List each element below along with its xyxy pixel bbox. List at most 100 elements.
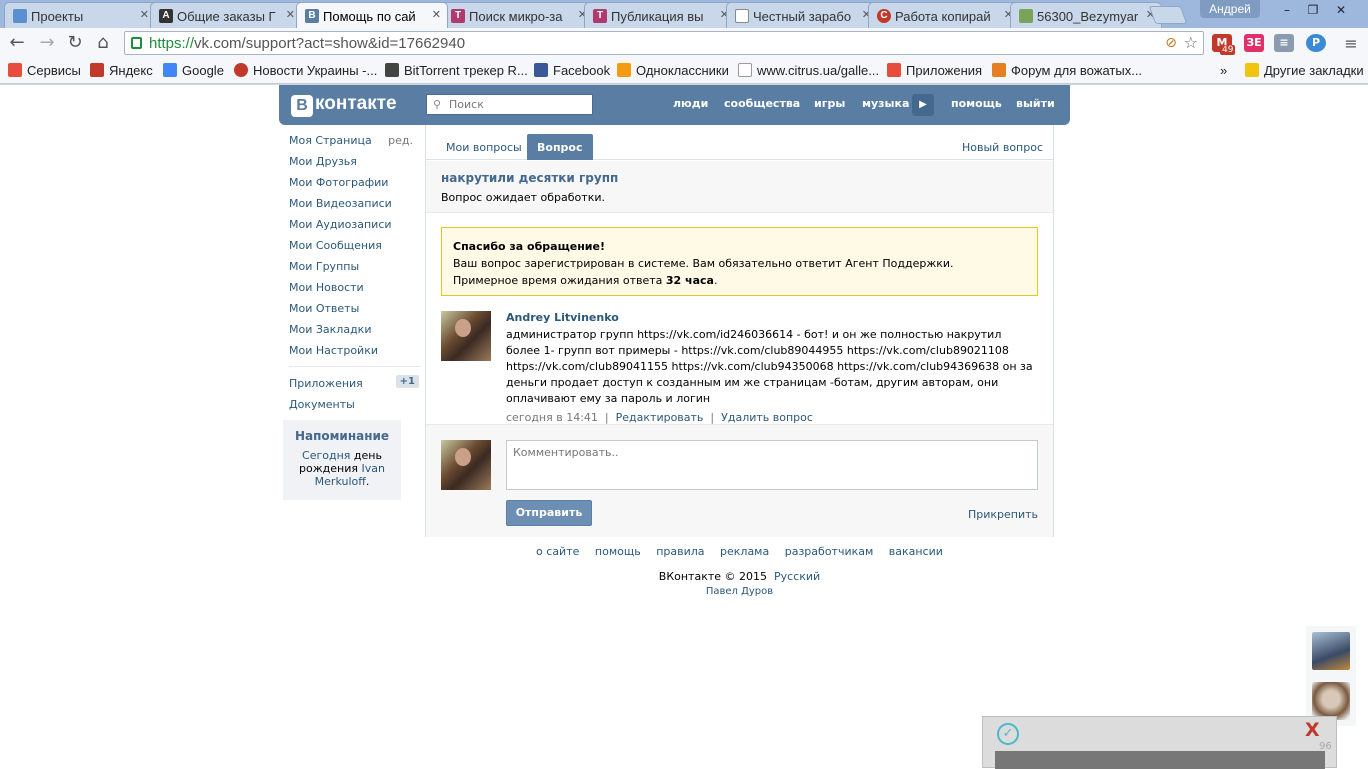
nav-communities[interactable]: сообщества	[724, 97, 800, 110]
bookmark-item[interactable]: BitTorrent трекер R...	[385, 63, 528, 78]
today-link[interactable]: Сегодня	[302, 449, 350, 462]
close-icon[interactable]: ✕	[286, 8, 295, 21]
new-tab-button[interactable]	[1148, 6, 1188, 24]
footer-link-help[interactable]: помощь	[595, 545, 641, 558]
sidebar-item-photos[interactable]: Мои Фотографии	[283, 172, 421, 193]
tt-icon: T	[593, 9, 607, 23]
page-icon	[735, 9, 749, 23]
browser-tab[interactable]: 56300_Bezymyar ✕	[1010, 2, 1162, 28]
bookmark-item[interactable]: Яндекс	[90, 63, 153, 78]
my-avatar[interactable]	[441, 440, 491, 490]
bookmark-item[interactable]: Форум для вожатых...	[992, 63, 1142, 78]
browser-tab[interactable]: Честный зарабо ✕	[726, 2, 878, 28]
author-link[interactable]: Павел Дуров	[706, 586, 773, 597]
browser-chrome: Проекты ✕ A Общие заказы Г ✕ B Помощь по сай…	[0, 0, 1368, 85]
send-button[interactable]: Отправить	[506, 500, 592, 526]
bookmark-item[interactable]: www.citrus.ua/galle...	[738, 63, 879, 78]
nav-people[interactable]: люди	[673, 97, 708, 110]
sidebar-item-documents[interactable]: Документы	[283, 394, 421, 415]
close-icon[interactable]: ✕	[140, 8, 149, 21]
nav-music[interactable]: музыка	[862, 97, 909, 110]
folder-icon	[1245, 63, 1259, 77]
nav-logout[interactable]: выйти	[1016, 97, 1055, 110]
sidebar-item-audio[interactable]: Мои Аудиозаписи	[283, 214, 421, 235]
post-meta: сегодня в 14:41 | Редактировать | Удалит…	[506, 411, 813, 424]
close-icon[interactable]: ✕	[432, 8, 441, 21]
bookmark-item[interactable]: Одноклассники	[617, 63, 729, 78]
sidebar-item-friends[interactable]: Мои Друзья	[283, 151, 421, 172]
address-bar[interactable]: https://vk.com/support?act=show&id=17662…	[124, 31, 1204, 55]
question-status: Вопрос ожидает обработки.	[441, 191, 605, 204]
sidebar-item-my-page[interactable]: Моя Страница ред.	[283, 130, 421, 151]
bookmark-item[interactable]: Google	[163, 63, 224, 78]
star-icon[interactable]: ☆	[1184, 33, 1198, 52]
popup-bar	[995, 751, 1325, 769]
sidebar-item-answers[interactable]: Мои Ответы	[283, 298, 421, 319]
attach-link[interactable]: Прикрепить	[968, 508, 1038, 521]
torrent-icon	[385, 63, 399, 77]
close-icon[interactable]: X	[1305, 719, 1320, 741]
notice-title: Спасибо за обращение!	[453, 240, 605, 253]
browser-tab-active[interactable]: B Помощь по сай ✕	[296, 2, 448, 28]
bookmark-item[interactable]: Приложения	[887, 63, 982, 78]
vk-logo[interactable]: Вконтакте	[291, 93, 397, 117]
blocked-icon[interactable]: ⊘	[1165, 35, 1177, 51]
maximize-icon[interactable]: ❐	[1302, 2, 1324, 18]
extension-icon[interactable]: ЗЕ	[1244, 34, 1264, 52]
extension-icon[interactable]: ≡	[1274, 34, 1294, 52]
footer-link-developers[interactable]: разработчикам	[785, 545, 874, 558]
comment-input[interactable]: Комментировать..	[506, 440, 1038, 490]
profile-badge[interactable]: Андрей	[1200, 0, 1260, 18]
other-bookmarks[interactable]: Другие закладки	[1245, 63, 1364, 78]
bookmarks-more-button[interactable]: »	[1220, 63, 1227, 78]
reload-icon[interactable]: ↻	[64, 33, 86, 53]
sidebar-item-news[interactable]: Мои Новости	[283, 277, 421, 298]
minimize-icon[interactable]: –	[1276, 2, 1298, 18]
footer-link-jobs[interactable]: вакансии	[889, 545, 943, 558]
apps-count-badge: +1	[395, 375, 419, 388]
nav-games[interactable]: игры	[814, 97, 845, 110]
sidebar-item-bookmarks[interactable]: Мои Закладки	[283, 319, 421, 340]
menu-icon[interactable]: ≡	[1340, 34, 1362, 54]
bookmark-item[interactable]: Новости Украины -...	[234, 63, 377, 78]
browser-tab[interactable]: T Поиск микро-за ✕	[442, 2, 594, 28]
sidebar-item-settings[interactable]: Мои Настройки	[283, 340, 421, 361]
author-avatar[interactable]	[441, 311, 491, 361]
language-link[interactable]: Русский	[774, 570, 820, 583]
sidebar-item-messages[interactable]: Мои Сообщения	[283, 235, 421, 256]
search-input[interactable]: ⚲ Поиск	[426, 94, 593, 115]
copyright: ВКонтакте © 2015	[658, 570, 768, 583]
bookmark-item[interactable]: Facebook	[534, 63, 610, 78]
tab-question[interactable]: Вопрос	[527, 134, 593, 160]
footer-link-about[interactable]: о сайте	[536, 545, 579, 558]
edit-link[interactable]: ред.	[388, 134, 413, 147]
delete-question-link[interactable]: Удалить вопрос	[721, 411, 813, 424]
close-window-icon[interactable]: ✕	[1330, 2, 1352, 18]
news-icon	[234, 63, 248, 77]
p2p-icon[interactable]: P	[1306, 34, 1326, 52]
sidebar-item-groups[interactable]: Мои Группы	[283, 256, 421, 277]
chat-avatar[interactable]	[1312, 632, 1350, 670]
browser-tab[interactable]: Проекты ✕	[4, 2, 156, 28]
dot-icon	[13, 9, 27, 23]
chat-avatar[interactable]	[1312, 682, 1350, 720]
play-icon[interactable]: ▶	[912, 94, 934, 116]
edit-link[interactable]: Редактировать	[616, 411, 704, 424]
back-icon[interactable]: ←	[6, 33, 28, 53]
sidebar-item-videos[interactable]: Мои Видеозаписи	[283, 193, 421, 214]
new-question-link[interactable]: Новый вопрос	[962, 141, 1043, 154]
forward-icon[interactable]: →	[36, 33, 58, 53]
browser-tab[interactable]: C Работа копирай ✕	[868, 2, 1020, 28]
browser-tab[interactable]: T Публикация вы ✕	[584, 2, 736, 28]
lock-icon	[131, 37, 142, 49]
sidebar-item-apps[interactable]: Приложения +1	[283, 373, 421, 394]
home-icon[interactable]: ⌂	[92, 33, 114, 53]
author-name[interactable]: Andrey Litvinenko	[506, 311, 619, 324]
bookmark-item[interactable]: Сервисы	[8, 63, 81, 78]
browser-tab[interactable]: A Общие заказы Г ✕	[150, 2, 302, 28]
footer-link-ads[interactable]: реклама	[720, 545, 769, 558]
yandex-icon	[90, 63, 104, 77]
footer-link-rules[interactable]: правила	[656, 545, 704, 558]
nav-help[interactable]: помощь	[951, 97, 1002, 110]
tab-my-questions[interactable]: Мои вопросы	[436, 134, 532, 160]
